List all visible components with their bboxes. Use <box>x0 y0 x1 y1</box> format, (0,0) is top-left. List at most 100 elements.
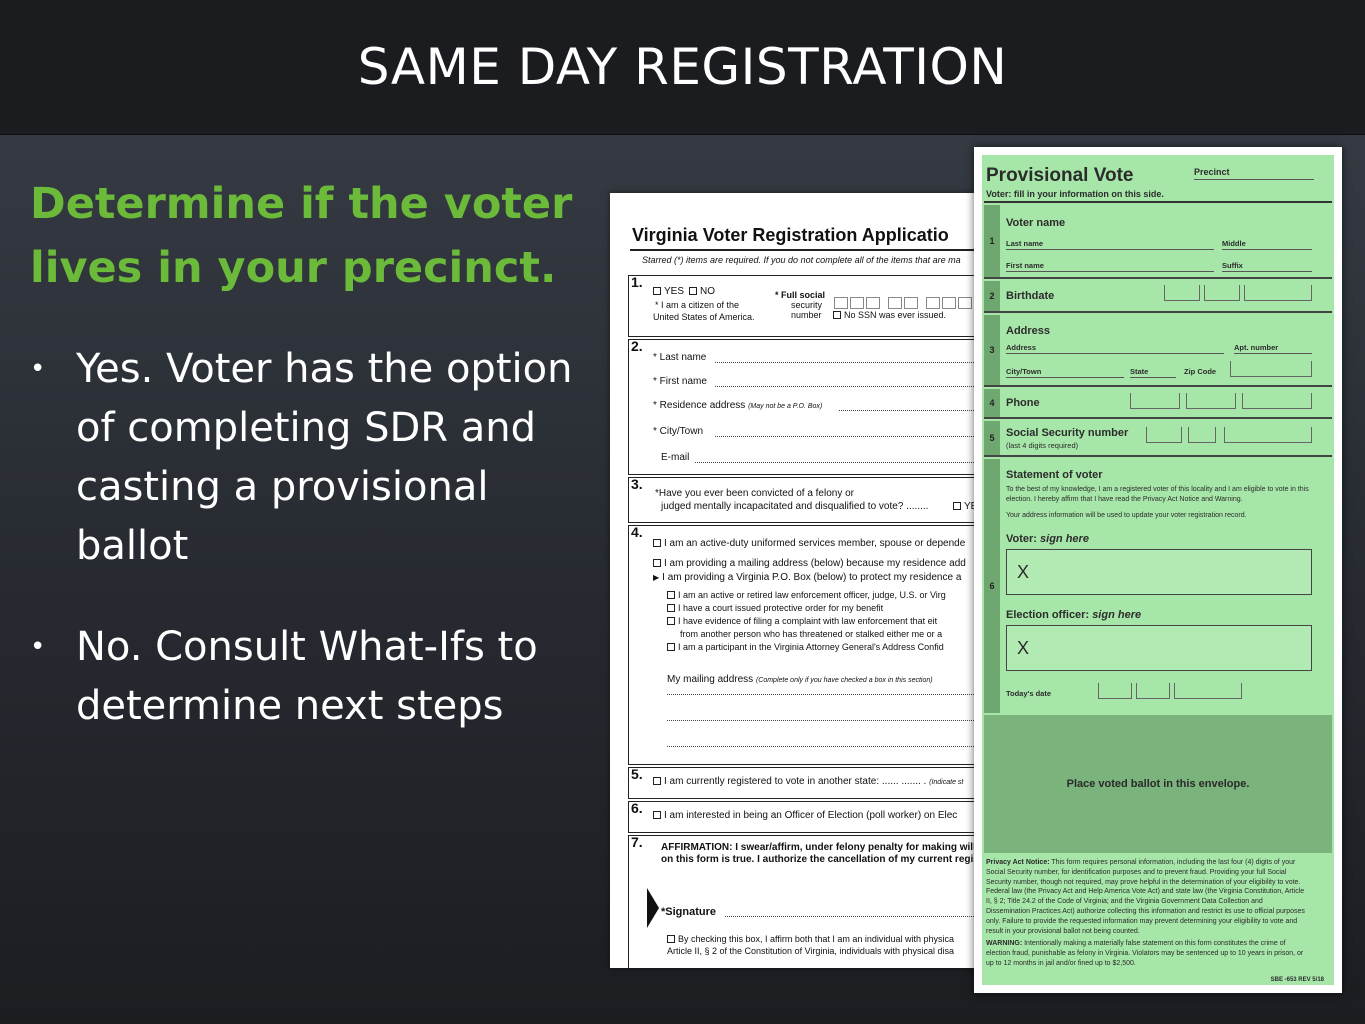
birthdate-label: Birthdate <box>1006 290 1055 302</box>
officer-sign-italic: sign here <box>1092 609 1142 621</box>
bullet-item: • Yes. Voter has the option of completin… <box>30 340 600 576</box>
citizen-text-1: * I am a citizen of the <box>655 300 740 310</box>
mailing-note: (Complete only if you have checked a box… <box>755 677 933 684</box>
residence-text: * Residence address <box>653 400 746 411</box>
heading-line-1: Determine if the voter <box>30 179 573 229</box>
felony-question-1: *Have you ever been convicted of a felon… <box>655 488 855 499</box>
fill-line <box>1006 249 1214 250</box>
checkbox-icon <box>653 811 661 819</box>
ssn-digit-box <box>926 297 940 309</box>
option-a-text: I am an active-duty uniformed services m… <box>664 538 966 549</box>
slide-title: SAME DAY REGISTRATION <box>357 38 1008 96</box>
middle-label: Middle <box>1222 239 1246 248</box>
phone-line-box <box>1242 393 1312 409</box>
form-title: Virginia Voter Registration Applicatio <box>632 225 949 245</box>
date-month-box <box>1098 683 1132 699</box>
checkbox-icon <box>653 559 661 567</box>
voter-sign-label: Voter: sign here <box>1006 533 1089 545</box>
officer-signature-box: X <box>1006 625 1312 671</box>
voter-signature-box: X <box>1006 549 1312 595</box>
divider <box>630 249 990 251</box>
statement-row: 6 Statement of voter To the best of my k… <box>984 459 1332 713</box>
residence-label: * Residence address (May not be a P.O. B… <box>653 400 822 411</box>
section-2: 2. * Last name * First name * Residence … <box>628 338 990 475</box>
privacy-notice: Privacy Act Notice: This form requires p… <box>986 858 1308 969</box>
section-4: 4. I am an active-duty uniformed service… <box>628 524 990 765</box>
poll-worker: I am interested in being an Officer of E… <box>653 810 957 821</box>
arrow-icon: ▶ <box>653 573 660 582</box>
birthdate-row: 2 Birthdate <box>984 281 1332 313</box>
disability-check: By checking this box, I affirm both that… <box>667 934 954 944</box>
fill-line <box>1234 353 1312 354</box>
checkbox-icon <box>667 617 675 625</box>
bullet-text: No. Consult What-Ifs to determine next s… <box>76 624 538 729</box>
warning-text: Intentionally making a materially false … <box>986 940 1304 967</box>
phone-row: 4 Phone <box>984 389 1332 419</box>
ballot-area: Place voted ballot in this envelope. <box>984 715 1332 853</box>
disability-check-2: Article II, § 2 of the Constitution of V… <box>667 946 954 956</box>
voter-name-row: 1 Voter name Last name Middle First name… <box>984 205 1332 279</box>
voter-name-label: Voter name <box>1006 217 1066 229</box>
other-state-text: I am currently registered to vote in ano… <box>664 776 927 787</box>
option-c2-text: I have a court issued protective order f… <box>678 603 884 613</box>
option-c1: I am an active or retired law enforcemen… <box>667 590 946 600</box>
email-label: E-mail <box>661 452 690 463</box>
sign-x: X <box>1017 638 1030 658</box>
signature-arrow-icon <box>647 888 659 928</box>
provisional-vote-form-image: Provisional Vote Precinct Voter: fill in… <box>974 147 1342 993</box>
ssn-label-1: * Full social <box>775 290 826 300</box>
month-box <box>1164 285 1200 301</box>
row-number: 2 <box>984 281 1000 311</box>
fill-line <box>1006 353 1224 354</box>
option-c4: I am a participant in the Virginia Attor… <box>667 642 944 652</box>
suffix-label: Suffix <box>1222 261 1243 270</box>
residence-note: (May not be a P.O. Box) <box>748 403 823 410</box>
row-number: 1 <box>984 205 1000 277</box>
statement-label: Statement of voter <box>1006 469 1103 481</box>
checkbox-icon <box>653 777 661 785</box>
warning-block: WARNING: Intentionally making a material… <box>986 939 1308 968</box>
last-name-label: * Last name <box>653 352 707 363</box>
provisional-title: Provisional Vote <box>986 165 1134 186</box>
row-number: 6 <box>984 459 1000 713</box>
checkbox-icon <box>667 591 675 599</box>
citizen-yes: YES <box>653 286 684 297</box>
checkbox-icon <box>653 539 661 547</box>
fill-line <box>1222 271 1312 272</box>
ssn-digit-box <box>942 297 956 309</box>
other-state-note: (Indicate st <box>929 779 964 786</box>
slide-body: Determine if the voter lives in your pre… <box>30 172 600 778</box>
section-number: 4. <box>631 524 643 540</box>
checkbox-icon <box>833 311 841 319</box>
zip-label: Zip Code <box>1184 367 1217 376</box>
checkbox-icon <box>667 604 675 612</box>
ballot-instruction: Place voted ballot in this envelope. <box>1066 778 1250 790</box>
option-c3: I have evidence of filing a complaint wi… <box>667 616 937 626</box>
fill-line <box>667 720 990 721</box>
address-update-text: Your address information will be used to… <box>1006 512 1247 519</box>
privacy-text: This form requires personal information,… <box>986 859 1305 935</box>
fill-line <box>667 746 990 747</box>
apt-label: Apt. number <box>1234 343 1279 352</box>
provisional-envelope: Provisional Vote Precinct Voter: fill in… <box>982 155 1334 985</box>
row-number: 3 <box>984 315 1000 385</box>
ssn-label-2: security <box>791 300 823 310</box>
state-label: State <box>1130 367 1149 376</box>
bullet-item: • No. Consult What-Ifs to determine next… <box>30 618 600 736</box>
fill-line <box>715 362 990 363</box>
ssn-digit-box <box>958 297 972 309</box>
ssn-digit-box <box>866 297 880 309</box>
option-c2: I have a court issued protective order f… <box>667 603 883 613</box>
bullet-dot: • <box>30 354 46 384</box>
fill-line <box>1006 377 1124 378</box>
year-box <box>1244 285 1312 301</box>
statement-text: To the best of my knowledge, I am a regi… <box>1006 486 1309 503</box>
section-number: 2. <box>631 338 643 354</box>
ssn-digit-box <box>834 297 848 309</box>
signature-line <box>725 916 990 917</box>
other-state: I am currently registered to vote in ano… <box>653 776 963 787</box>
option-c1-text: I am an active or retired law enforcemen… <box>678 590 946 600</box>
ssn-group-box <box>1188 427 1216 443</box>
ssn-label: Social Security number <box>1006 427 1129 439</box>
section-number: 3. <box>631 476 643 492</box>
